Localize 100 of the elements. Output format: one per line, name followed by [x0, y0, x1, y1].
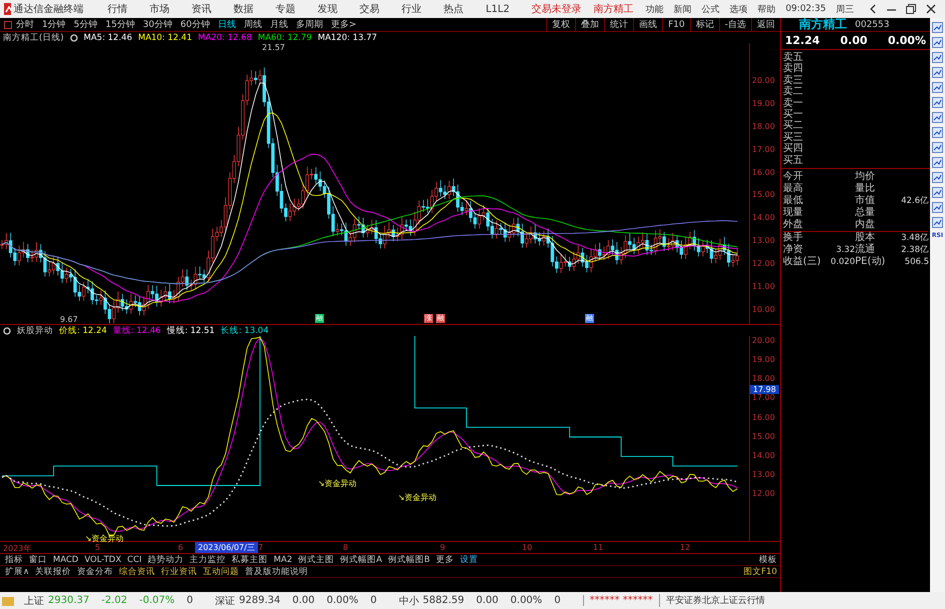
- order-book-label: 买四: [783, 143, 804, 155]
- indicator-tab[interactable]: 主力监控: [186, 554, 229, 566]
- axis-label: 16.00: [752, 412, 776, 422]
- chart-icon[interactable]: [932, 37, 943, 48]
- close-icon: [926, 4, 936, 14]
- date-label: 11: [593, 543, 604, 552]
- axis-label: 19.00: [752, 355, 776, 366]
- masked-text: ****** ******: [582, 595, 659, 606]
- chart-icon[interactable]: [932, 52, 943, 63]
- indicator-tab[interactable]: CCI: [124, 554, 145, 564]
- stat-label: 现量: [783, 207, 804, 219]
- info-tab[interactable]: 普及版功能说明: [242, 566, 312, 578]
- period-tab[interactable]: 日线: [214, 18, 240, 31]
- axis-label: 18.00: [752, 374, 776, 384]
- menu-item[interactable]: 发现: [318, 2, 338, 16]
- date-label: 6: [178, 543, 184, 552]
- menu-item[interactable]: L1L2: [486, 4, 510, 14]
- indicator-tab[interactable]: 例式幅图B: [385, 554, 433, 566]
- info-tab[interactable]: 资金分布: [74, 566, 116, 578]
- menu-item[interactable]: 新闻: [674, 2, 692, 16]
- indicator-tab[interactable]: 例式主图: [295, 554, 338, 566]
- indicator-tab[interactable]: 私募主图: [228, 554, 271, 566]
- stat-label: 最低: [783, 195, 804, 207]
- menu-item[interactable]: 市场: [150, 2, 170, 16]
- stat-label: 均价: [855, 171, 876, 182]
- menu-item[interactable]: 公式: [702, 2, 720, 16]
- index-percent: 0.00%: [510, 595, 542, 606]
- order-book-label: 买五: [783, 154, 804, 166]
- order-book-label: 卖二: [783, 86, 804, 98]
- template-button[interactable]: 模板: [756, 554, 780, 566]
- period-tab[interactable]: 多周期: [292, 18, 327, 31]
- chart-icon[interactable]: [932, 217, 943, 228]
- stat-label: 内盘: [855, 219, 876, 232]
- info-tab[interactable]: 扩展∧: [2, 566, 32, 578]
- cursor-value: 17.98: [750, 385, 779, 394]
- info-tab[interactable]: 关联报价: [32, 566, 74, 578]
- indicator-tab[interactable]: MACD: [50, 554, 82, 564]
- menu-item[interactable]: 功能: [646, 2, 664, 16]
- axis-label: 12.00: [752, 259, 776, 270]
- period-tab[interactable]: 15分钟: [101, 18, 139, 31]
- f10-button[interactable]: 图文F10: [740, 566, 780, 578]
- menu-item[interactable]: 交易: [360, 2, 380, 16]
- date-label: 2023年: [3, 543, 32, 554]
- period-tab[interactable]: 月线: [266, 18, 292, 31]
- stat-value: 3.48亿: [900, 232, 929, 244]
- index-change: 0.00: [292, 595, 315, 606]
- period-tab[interactable]: 分时: [12, 18, 38, 31]
- indicator-tab[interactable]: MA2: [270, 554, 296, 564]
- period-tab[interactable]: 周线: [240, 18, 266, 31]
- axis-label: 20.00: [752, 336, 776, 346]
- indicator-tab[interactable]: 窗口: [26, 554, 50, 566]
- chart-icon[interactable]: [932, 202, 943, 213]
- chart-icon[interactable]: [932, 22, 943, 33]
- stat-label: 总量: [855, 207, 876, 218]
- order-book-label: 买二: [783, 120, 804, 132]
- menu-item[interactable]: 资讯: [192, 2, 212, 16]
- square-icon: [4, 20, 12, 28]
- indicator-value: 价线: 12.24: [59, 324, 107, 336]
- login-status[interactable]: 交易未登录: [532, 2, 582, 16]
- chart-icon[interactable]: [932, 112, 943, 123]
- menu-item[interactable]: 选项: [730, 2, 748, 16]
- menu-item[interactable]: 数据: [234, 2, 254, 16]
- indicator-tab[interactable]: 趋势动力: [144, 554, 187, 566]
- chart-icon[interactable]: [932, 157, 943, 168]
- period-tab[interactable]: 1分钟: [38, 18, 70, 31]
- restore-icon: [906, 4, 916, 14]
- menu-item[interactable]: 帮助: [758, 2, 776, 16]
- info-tab[interactable]: 综合资讯: [116, 566, 158, 578]
- indicator-tab[interactable]: 例式幅图A: [337, 554, 386, 566]
- indicator-tab[interactable]: VOL-TDX: [81, 554, 124, 564]
- chart-icon[interactable]: [932, 127, 943, 138]
- indicator-tab[interactable]: 设置: [456, 554, 481, 566]
- app-name: 通达信金融终端: [14, 2, 84, 16]
- chart-icon[interactable]: [932, 97, 943, 108]
- menu-item[interactable]: 热点: [444, 2, 464, 16]
- indicator-tab[interactable]: 指标: [2, 554, 26, 566]
- menu-item[interactable]: 行业: [402, 2, 422, 16]
- index-name: 上证: [24, 594, 44, 608]
- axis-label: 20.00: [752, 76, 776, 86]
- period-tab[interactable]: 30分钟: [138, 18, 176, 31]
- axis-label: 15.00: [752, 190, 776, 200]
- info-tab[interactable]: 互动问题: [200, 566, 242, 578]
- chart-icon[interactable]: [932, 172, 943, 183]
- index-name: 深证: [215, 594, 235, 608]
- axis-label: 10.00: [752, 304, 776, 315]
- chart-icon[interactable]: [932, 142, 943, 153]
- menu-item[interactable]: 行情: [108, 2, 128, 16]
- stock-code: 002553: [855, 20, 890, 30]
- period-tab[interactable]: 60分钟: [176, 18, 214, 31]
- chart-icon[interactable]: [932, 82, 943, 93]
- stat-label: PE(动): [855, 256, 886, 268]
- period-tab[interactable]: 更多>: [326, 18, 360, 31]
- chart-icon[interactable]: [932, 67, 943, 78]
- period-tab[interactable]: 5分钟: [70, 18, 102, 31]
- chart-icon[interactable]: [932, 187, 943, 198]
- info-tab[interactable]: 行业资讯: [158, 566, 200, 578]
- indicator-tab[interactable]: 更多: [432, 554, 457, 566]
- order-book-label: 卖四: [783, 63, 804, 74]
- cursor-date: 2023/06/07/三: [195, 542, 258, 553]
- menu-item[interactable]: 专题: [276, 2, 296, 16]
